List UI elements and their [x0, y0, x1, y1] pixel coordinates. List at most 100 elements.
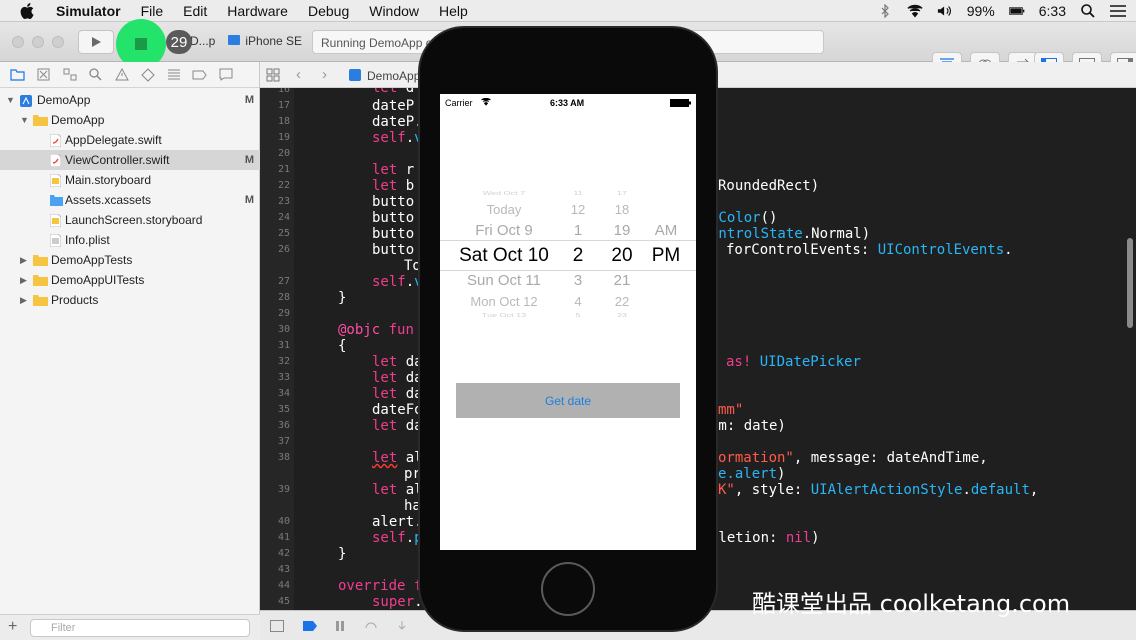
menu-debug[interactable]: Debug [308, 3, 349, 19]
menu-clock[interactable]: 6:33 [1039, 3, 1066, 19]
find-icon[interactable] [88, 67, 103, 82]
code-line: self.v [372, 130, 423, 146]
picker-minute-item[interactable]: 17 [606, 190, 638, 196]
add-icon[interactable]: + [8, 618, 17, 636]
menu-file[interactable]: File [141, 3, 164, 19]
picker-minute-selected[interactable]: 20 [606, 245, 638, 267]
line-number: 37 [277, 436, 290, 447]
tree-item-file[interactable]: Info.plist [0, 230, 260, 250]
tree-item-group[interactable]: ▼ DemoApp [0, 110, 260, 130]
picker-date-item[interactable]: Tue Oct 13 [448, 312, 560, 318]
volume-icon[interactable] [937, 3, 953, 19]
bluetooth-icon[interactable] [877, 3, 893, 19]
picker-minute-item[interactable]: 19 [606, 222, 638, 239]
zoom-window-button[interactable] [52, 36, 64, 48]
picker-ampm-item[interactable]: AM [646, 222, 686, 239]
spotlight-icon[interactable] [1080, 3, 1096, 19]
picker-ampm-selected[interactable]: PM [646, 245, 686, 267]
disclosure-closed-icon[interactable]: ▶ [20, 275, 30, 285]
picker-date-item[interactable]: Today [448, 202, 560, 217]
picker-minute-item[interactable]: 22 [606, 294, 638, 309]
code-line: RoundedRect) [718, 178, 820, 194]
line-number: 22 [277, 180, 290, 191]
disclosure-open-icon[interactable]: ▼ [20, 115, 30, 125]
jumpbar-project[interactable]: DemoApp [367, 69, 420, 83]
get-date-button[interactable]: Get date [456, 383, 680, 418]
step-in-icon[interactable] [396, 619, 408, 637]
picker-hour-item[interactable]: 11 [564, 190, 592, 196]
apple-icon[interactable] [18, 2, 36, 19]
line-number: 43 [277, 564, 290, 575]
line-number: 21 [277, 164, 290, 175]
tree-item-label: Assets.xcassets [65, 193, 152, 207]
report-icon[interactable] [218, 67, 233, 82]
line-number: 30 [277, 324, 290, 335]
menu-simulator[interactable]: Simulator [56, 3, 121, 19]
folder-icon[interactable] [10, 67, 25, 82]
tree-item-group[interactable]: ▶ DemoAppTests [0, 250, 260, 270]
home-button[interactable] [541, 562, 595, 616]
forward-icon[interactable]: › [322, 66, 327, 83]
issue-icon[interactable] [114, 67, 129, 82]
close-window-button[interactable] [12, 36, 24, 48]
scheme-selector[interactable]: D...p iPhone SE [190, 30, 302, 52]
tree-item-file[interactable]: LaunchScreen.storyboard [0, 210, 260, 230]
picker-hour-item[interactable]: 5 [564, 312, 592, 318]
picker-hour-selected[interactable]: 2 [564, 245, 592, 267]
run-button[interactable] [78, 30, 114, 54]
battery-icon[interactable] [1008, 3, 1025, 19]
breakpoint-icon[interactable] [192, 67, 207, 82]
test-icon[interactable] [140, 67, 155, 82]
tree-item-project[interactable]: ▼ DemoApp M [0, 90, 260, 110]
tree-item-file[interactable]: AppDelegate.swift [0, 130, 260, 150]
hide-debug-icon[interactable] [270, 619, 284, 637]
disclosure-closed-icon[interactable]: ▶ [20, 295, 30, 305]
picker-minute-item[interactable]: 23 [606, 312, 638, 318]
filter-input[interactable]: Filter [30, 619, 250, 637]
picker-date-item[interactable]: Sun Oct 11 [448, 272, 560, 289]
tree-item-file[interactable]: Assets.xcassets M [0, 190, 260, 210]
breakpoints-toggle-icon[interactable] [302, 619, 318, 637]
step-over-icon[interactable] [364, 619, 378, 637]
menu-help[interactable]: Help [439, 3, 468, 19]
menu-edit[interactable]: Edit [183, 3, 207, 19]
tree-item-label: DemoApp [51, 113, 105, 127]
code-line: butto [372, 226, 415, 242]
code-line: yColor() [710, 210, 778, 226]
date-picker[interactable]: Wed Oct 7 Today Fri Oct 9 Sat Oct 10 Sun… [440, 186, 696, 326]
picker-minute-item[interactable]: 21 [606, 272, 638, 289]
picker-date-item[interactable]: Wed Oct 7 [448, 190, 560, 196]
picker-hour-item[interactable]: 12 [564, 202, 592, 217]
wifi-icon[interactable] [907, 3, 923, 19]
minimize-window-button[interactable] [32, 36, 44, 48]
code-line: { [338, 338, 347, 354]
picker-hour-item[interactable]: 4 [564, 294, 592, 309]
picker-minute-item[interactable]: 18 [606, 202, 638, 217]
related-items-icon[interactable] [266, 68, 280, 85]
picker-date-item[interactable]: Mon Oct 12 [448, 294, 560, 309]
tree-item-group[interactable]: ▶ Products [0, 290, 260, 310]
code-line: e.alert) [718, 466, 786, 482]
code-line: self.v [372, 274, 423, 290]
picker-date-selected[interactable]: Sat Oct 10 [448, 245, 560, 267]
editor-scrollbar[interactable] [1127, 238, 1133, 328]
tree-item-label: AppDelegate.swift [65, 133, 162, 147]
tree-item-group[interactable]: ▶ DemoAppUITests [0, 270, 260, 290]
picker-hour-item[interactable]: 1 [564, 222, 592, 239]
tree-item-file[interactable]: Main.storyboard [0, 170, 260, 190]
menu-window[interactable]: Window [369, 3, 419, 19]
tree-item-file-selected[interactable]: ViewController.swift M [0, 150, 260, 170]
disclosure-closed-icon[interactable]: ▶ [20, 255, 30, 265]
notification-center-icon[interactable] [1110, 3, 1126, 19]
symbol-icon[interactable] [62, 67, 77, 82]
picker-hour-item[interactable]: 3 [564, 272, 592, 289]
debug-icon[interactable] [166, 67, 181, 82]
menu-hardware[interactable]: Hardware [227, 3, 288, 19]
source-control-icon[interactable] [36, 67, 51, 82]
line-number: 38 [277, 452, 290, 463]
back-icon[interactable]: ‹ [296, 66, 301, 83]
picker-date-item[interactable]: Fri Oct 9 [448, 222, 560, 239]
simulator-screen[interactable]: Carrier 6:33 AM Wed Oct 7 Today Fri Oct … [440, 94, 696, 550]
disclosure-open-icon[interactable]: ▼ [6, 95, 16, 105]
pause-icon[interactable] [334, 619, 346, 637]
